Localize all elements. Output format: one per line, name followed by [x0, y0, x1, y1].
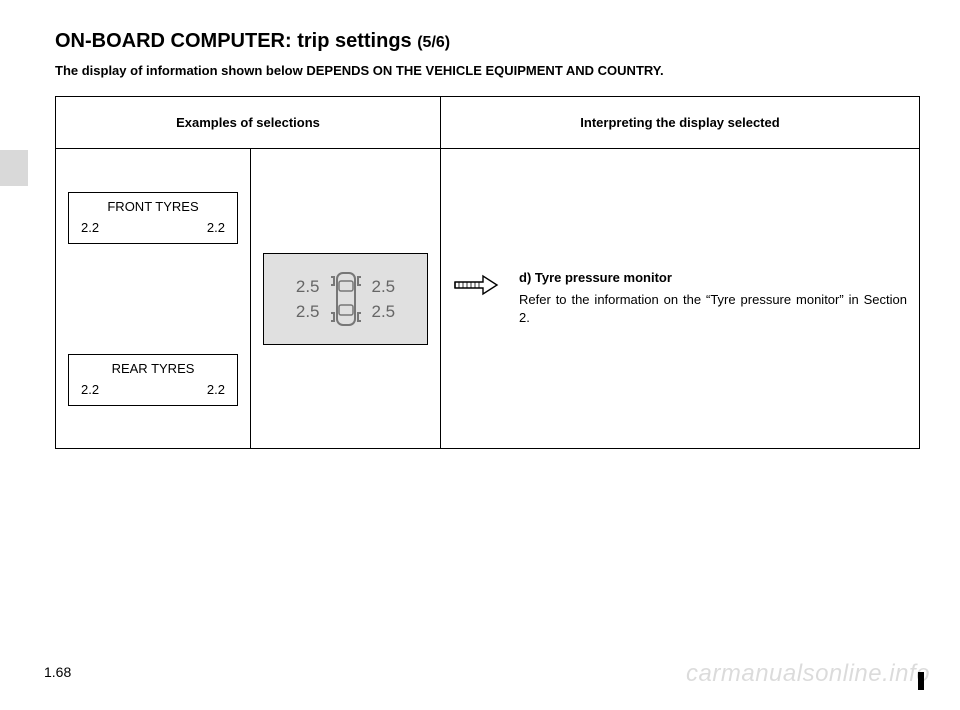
rear-tyres-label: REAR TYRES [73, 361, 233, 376]
rear-tyres-display: REAR TYRES 2.2 2.2 [68, 354, 238, 406]
header-examples: Examples of selections [56, 97, 441, 149]
table-row: FRONT TYRES 2.2 2.2 REAR TYRES 2.2 2.2 [56, 149, 920, 449]
graphic-fl-value: 2.5 [296, 278, 320, 295]
tyre-pressure-graphic: 2.5 2.5 [263, 253, 428, 345]
settings-table: Examples of selections Interpreting the … [55, 96, 920, 449]
rear-left-value: 2.2 [81, 382, 99, 397]
arrow-right-icon [453, 272, 499, 298]
graphic-rl-value: 2.5 [296, 303, 320, 320]
watermark: carmanualsonline.info [686, 660, 930, 688]
front-tyres-label: FRONT TYRES [73, 199, 233, 214]
title-sub: (5/6) [417, 34, 450, 51]
front-right-value: 2.2 [207, 220, 225, 235]
front-tyres-display: FRONT TYRES 2.2 2.2 [68, 192, 238, 244]
front-left-value: 2.2 [81, 220, 99, 235]
rear-right-value: 2.2 [207, 382, 225, 397]
cell-tyre-readouts: FRONT TYRES 2.2 2.2 REAR TYRES 2.2 2.2 [56, 149, 251, 449]
cell-car-graphic: 2.5 2.5 [251, 149, 441, 449]
cell-interpretation: d) Tyre pressure monitor Refer to the in… [441, 149, 920, 449]
side-tab [0, 150, 28, 186]
interp-body: Refer to the information on the “Tyre pr… [519, 291, 907, 326]
dependency-note: The display of information shown below D… [55, 63, 920, 78]
graphic-rr-value: 2.5 [372, 303, 396, 320]
interp-heading: d) Tyre pressure monitor [519, 270, 907, 285]
crop-mark-icon [918, 672, 924, 690]
header-interpreting: Interpreting the display selected [441, 97, 920, 149]
page-title: ON-BOARD COMPUTER: trip settings (5/6) [55, 30, 920, 53]
page-content: ON-BOARD COMPUTER: trip settings (5/6) T… [0, 0, 960, 449]
graphic-fr-value: 2.5 [372, 278, 396, 295]
car-top-view-icon [326, 267, 366, 331]
page-number: 1.68 [44, 664, 71, 680]
title-main: ON-BOARD COMPUTER: trip settings [55, 30, 417, 52]
